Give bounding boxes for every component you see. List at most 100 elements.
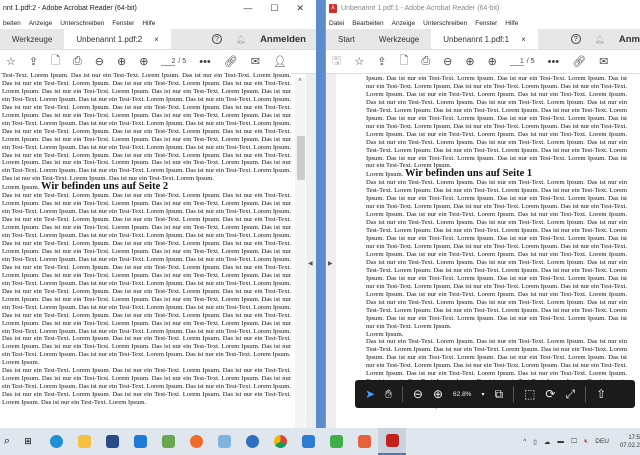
help-icon[interactable]: ? xyxy=(570,34,581,44)
sign-in-button[interactable]: Anmelden xyxy=(260,34,306,45)
word-icon[interactable] xyxy=(294,428,322,455)
left-panel-toggle[interactable]: ▶ xyxy=(326,74,336,428)
cloud-upload-icon[interactable]: ⇪ xyxy=(29,55,38,68)
fit-page-icon[interactable]: ⬚ xyxy=(524,387,535,401)
next-page-icon[interactable]: ⊕ xyxy=(139,55,148,68)
menu-fenster[interactable]: Fenster xyxy=(475,20,497,27)
close-tab-icon[interactable]: × xyxy=(521,35,526,44)
device-icon[interactable]: ▯ xyxy=(533,438,537,446)
mail-icon[interactable] xyxy=(126,428,154,455)
volume-muted-icon[interactable]: 🔇︎ xyxy=(584,438,588,446)
store-icon[interactable] xyxy=(98,428,126,455)
chrome-icon[interactable] xyxy=(266,428,294,455)
tab-werkzeuge[interactable]: Werkzeuge xyxy=(0,29,64,49)
star-icon[interactable]: ☆ xyxy=(6,55,16,68)
app-icon[interactable] xyxy=(154,428,182,455)
bell-icon[interactable]: 🔔︎ xyxy=(236,35,246,44)
page-number-input[interactable]: 1 xyxy=(509,58,524,66)
more-icon[interactable]: ••• xyxy=(548,56,560,68)
page-heading: Wir befinden uns auf Seite 2 xyxy=(41,181,169,193)
cloud-upload-icon[interactable]: ⇪ xyxy=(377,55,386,68)
next-page-icon[interactable]: ⊕ xyxy=(488,55,497,68)
menu-unterschreiben[interactable]: Unterschreiben xyxy=(60,20,104,27)
floating-toolbar: ➤ ✋︎ ⊖ ⊕ 62.8% ▾ ⧉ ⬚ ⟳ ⤢ ⇧ xyxy=(355,380,635,408)
edge-icon[interactable] xyxy=(42,428,70,455)
page-number-input[interactable]: 2 xyxy=(161,58,176,66)
cloud-icon[interactable]: ☁ xyxy=(544,438,551,446)
page-total: / 5 xyxy=(178,58,187,65)
more-icon[interactable]: ••• xyxy=(199,56,211,68)
maximize-button[interactable]: ☐ xyxy=(270,3,278,14)
tab-werkzeuge[interactable]: Werkzeuge xyxy=(367,29,431,49)
menu-anzeige[interactable]: Anzeige xyxy=(29,20,53,27)
minimize-button[interactable]: — xyxy=(243,3,252,14)
heading-prefix: Lorem Ipsum. xyxy=(366,171,406,179)
email-icon[interactable]: ✉ xyxy=(599,55,608,68)
paragraph: Das ist nur ein Test-Text. Lorem Ipsum. … xyxy=(2,367,291,407)
menu-bearbeiten[interactable]: beiten xyxy=(3,20,21,27)
file-lock-icon[interactable]: 🗋︎ xyxy=(399,52,408,71)
menu-bearbeiten[interactable]: Bearbeiten xyxy=(352,20,383,27)
tab-bar: Werkzeuge Unbenannt 1.pdf:2 × ? 🔔︎ Anmelden xyxy=(0,29,316,50)
save-icon[interactable]: 🖫︎ xyxy=(332,52,341,71)
print-icon[interactable]: ⎙ xyxy=(73,55,82,68)
zoom-out-icon[interactable]: ⊖ xyxy=(413,387,423,401)
bell-icon[interactable]: 🔔︎ xyxy=(595,35,605,44)
menu-datei[interactable]: Datei xyxy=(329,20,344,27)
tab-start[interactable]: Start xyxy=(326,29,367,49)
hand-tool-icon[interactable]: ✋︎ xyxy=(385,387,392,402)
close-tab-icon[interactable]: × xyxy=(154,35,159,44)
prev-page-icon[interactable]: ⊕ xyxy=(117,55,126,68)
show-hidden-icons[interactable]: ^ xyxy=(523,438,526,445)
share-link-icon[interactable]: 🔗︎ xyxy=(572,55,586,68)
acrobat-icon: ⅄ xyxy=(329,4,337,13)
presentation-icon[interactable] xyxy=(350,428,378,455)
language-indicator[interactable]: DEU xyxy=(595,438,609,445)
file-lock-icon[interactable]: 🗋︎ xyxy=(51,52,60,71)
email-icon[interactable]: ✉ xyxy=(251,55,260,68)
prev-page-icon[interactable]: ⊕ xyxy=(465,55,474,68)
tab-document[interactable]: Unbenannt 1.pdf:1 × xyxy=(431,29,538,49)
zoom-out-icon[interactable]: ⊖ xyxy=(443,55,452,68)
photos-icon[interactable] xyxy=(210,428,238,455)
menu-hilfe[interactable]: Hilfe xyxy=(505,20,518,27)
network-icon[interactable]: 🖵︎ xyxy=(571,438,577,446)
print-icon[interactable]: ⎙ xyxy=(421,55,430,68)
select-tool-icon[interactable]: ➤ xyxy=(365,387,375,401)
sign-in-button[interactable]: Anm xyxy=(619,34,640,45)
tab-document[interactable]: Unbenannt 1.pdf:2 × xyxy=(64,29,171,49)
file-explorer-icon[interactable] xyxy=(70,428,98,455)
copy-pages-icon[interactable]: ⧉ xyxy=(494,387,503,402)
expand-arrow-icon[interactable]: ▶ xyxy=(328,260,333,267)
close-button[interactable]: ✕ xyxy=(296,3,304,14)
collapse-arrow-icon[interactable]: ◀ xyxy=(308,260,313,267)
time: 17:5 xyxy=(628,434,640,441)
add-user-icon[interactable]: 👤︎ xyxy=(273,55,287,68)
menu-unterschreiben[interactable]: Unterschreiben xyxy=(423,20,467,27)
menu-anzeige[interactable]: Anzeige xyxy=(392,20,416,27)
menu-hilfe[interactable]: Hilfe xyxy=(142,20,155,27)
search-icon[interactable]: ⌕ xyxy=(0,428,14,455)
zoom-level[interactable]: 62.8% xyxy=(453,391,471,398)
menu-fenster[interactable]: Fenster xyxy=(112,20,134,27)
help-icon[interactable]: ? xyxy=(211,34,222,44)
vertical-scrollbar[interactable]: ˄ xyxy=(295,78,305,428)
right-panel-toggle[interactable]: ◀ xyxy=(306,74,316,428)
share-link-icon[interactable]: 🔗︎ xyxy=(224,55,238,68)
battery-icon[interactable]: ▬ xyxy=(557,438,564,445)
thunderbird-icon[interactable] xyxy=(238,428,266,455)
scrollbar-thumb[interactable] xyxy=(297,136,305,180)
paragraph: Das ist nur ein Test-Text. Lorem Ipsum. … xyxy=(2,192,291,359)
firefox-icon[interactable] xyxy=(182,428,210,455)
star-icon[interactable]: ☆ xyxy=(354,55,364,68)
share-icon[interactable]: ⇧ xyxy=(596,387,606,401)
zoom-out-icon[interactable]: ⊖ xyxy=(95,55,104,68)
zoom-in-icon[interactable]: ⊕ xyxy=(433,387,443,401)
fullscreen-icon[interactable]: ⤢ xyxy=(565,387,575,402)
task-view-icon[interactable]: ⊞ xyxy=(14,428,42,455)
acrobat-taskbar-icon[interactable] xyxy=(378,428,406,455)
zoom-dropdown-icon[interactable]: ▾ xyxy=(481,391,484,398)
clock[interactable]: 17:5 07.02.2 xyxy=(616,434,640,450)
spreadsheet-icon[interactable] xyxy=(322,428,350,455)
rotate-icon[interactable]: ⟳ xyxy=(545,387,555,401)
